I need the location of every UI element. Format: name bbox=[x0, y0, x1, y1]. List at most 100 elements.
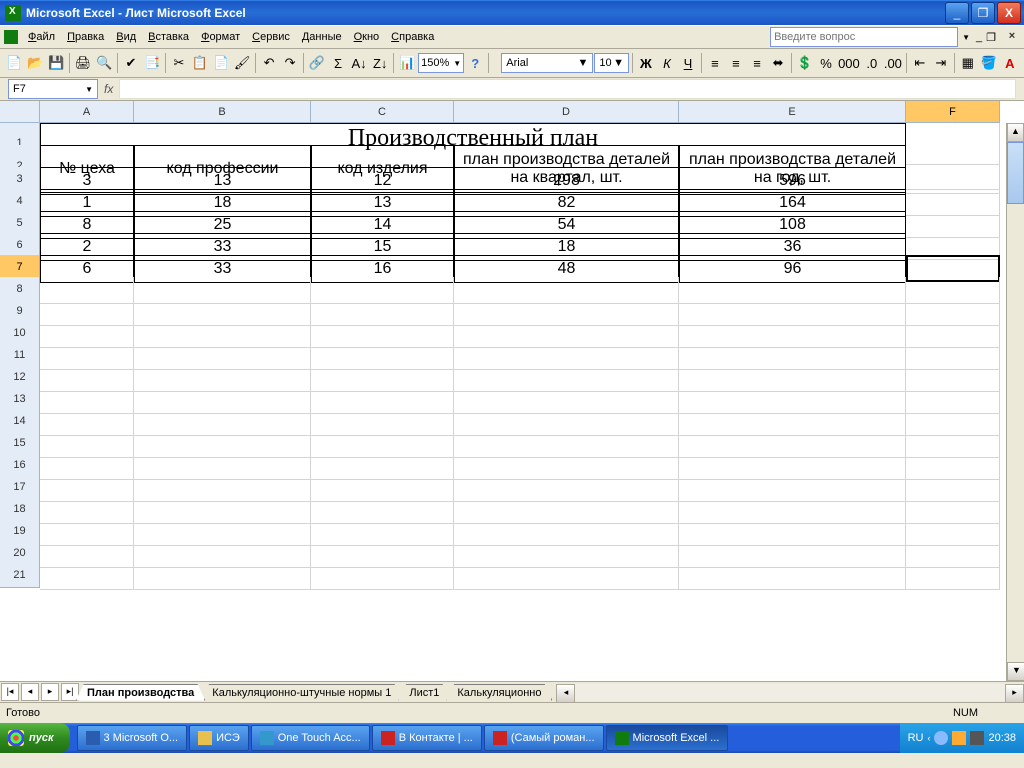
taskbar-item-active[interactable]: Microsoft Excel ... bbox=[606, 725, 729, 751]
paste-icon[interactable]: 📄 bbox=[211, 51, 231, 75]
sheet-tab[interactable]: Калькуляционно-штучные нормы 1 bbox=[201, 684, 402, 701]
doc-minimize[interactable]: _ bbox=[976, 31, 982, 43]
minimize-button[interactable]: _ bbox=[945, 2, 969, 24]
name-box[interactable]: F7▼ bbox=[8, 79, 98, 99]
italic-icon[interactable]: К bbox=[657, 51, 677, 75]
research-icon[interactable]: 📑 bbox=[142, 51, 162, 75]
cell-A21[interactable] bbox=[40, 563, 134, 590]
formula-bar[interactable] bbox=[119, 79, 1016, 99]
comma-icon[interactable]: 000 bbox=[837, 51, 861, 75]
maximize-button[interactable]: ❐ bbox=[971, 2, 995, 24]
menu-data[interactable]: Данные bbox=[296, 29, 348, 45]
horizontal-scrollbar[interactable]: ◂ ▸ bbox=[556, 684, 1024, 701]
taskbar-item[interactable]: 3 Microsoft O... bbox=[77, 725, 188, 751]
menu-insert[interactable]: Вставка bbox=[142, 29, 195, 45]
sheet-tab-active[interactable]: План производства bbox=[76, 684, 205, 701]
column-header-E[interactable]: E bbox=[679, 101, 906, 123]
menu-tools[interactable]: Сервис bbox=[246, 29, 296, 45]
scroll-up-icon[interactable]: ▲ bbox=[1007, 123, 1024, 142]
cell-B21[interactable] bbox=[134, 563, 311, 590]
scroll-right-icon[interactable]: ▸ bbox=[1005, 684, 1024, 703]
cell-D21[interactable] bbox=[454, 563, 679, 590]
menu-format[interactable]: Формат bbox=[195, 29, 246, 45]
column-header-D[interactable]: D bbox=[454, 101, 679, 123]
column-header-C[interactable]: C bbox=[311, 101, 454, 123]
font-size-select[interactable]: 10▼ bbox=[594, 53, 629, 73]
doc-restore[interactable]: ❐ bbox=[986, 31, 996, 44]
tab-nav-next-icon[interactable]: ▸ bbox=[41, 683, 59, 701]
taskbar-item[interactable]: ИСЭ bbox=[189, 725, 249, 751]
column-header-B[interactable]: B bbox=[134, 101, 311, 123]
cell-E21[interactable] bbox=[679, 563, 906, 590]
currency-icon[interactable]: 💲 bbox=[795, 51, 815, 75]
menu-file[interactable]: Файл bbox=[22, 29, 61, 45]
tab-nav-prev-icon[interactable]: ◂ bbox=[21, 683, 39, 701]
tray-expand-icon[interactable]: ‹ bbox=[927, 733, 930, 743]
cell-grid[interactable]: ABCDEF1Производственный план2№ цехакод п… bbox=[0, 101, 1024, 585]
borders-icon[interactable]: ▦ bbox=[958, 51, 978, 75]
row-header-21[interactable]: 21 bbox=[0, 563, 40, 588]
taskbar-item[interactable]: (Самый роман... bbox=[484, 725, 604, 751]
scroll-down-icon[interactable]: ▼ bbox=[1007, 662, 1024, 681]
tray-icon[interactable] bbox=[970, 731, 984, 745]
preview-icon[interactable]: 🔍 bbox=[94, 51, 114, 75]
save-icon[interactable]: 💾 bbox=[46, 51, 66, 75]
open-icon[interactable]: 📂 bbox=[25, 51, 45, 75]
language-indicator[interactable]: RU bbox=[908, 732, 924, 744]
help-icon[interactable]: ? bbox=[465, 51, 485, 75]
indent-inc-icon[interactable]: ⇥ bbox=[931, 51, 951, 75]
help-search-input[interactable] bbox=[770, 27, 958, 47]
doc-close-button[interactable]: × bbox=[1004, 30, 1020, 44]
font-color-icon[interactable]: A bbox=[1000, 51, 1020, 75]
cell-F21[interactable] bbox=[906, 563, 1000, 590]
align-left-icon[interactable]: ≡ bbox=[705, 51, 725, 75]
select-all-button[interactable] bbox=[0, 101, 40, 123]
scroll-thumb[interactable] bbox=[1007, 142, 1024, 204]
cell-C21[interactable] bbox=[311, 563, 454, 590]
menu-window[interactable]: Окно bbox=[348, 29, 386, 45]
scroll-left-icon[interactable]: ◂ bbox=[556, 684, 575, 703]
chart-icon[interactable]: 📊 bbox=[397, 51, 417, 75]
start-button[interactable]: пуск bbox=[0, 723, 70, 753]
font-name-select[interactable]: Arial▼ bbox=[501, 53, 593, 73]
percent-icon[interactable]: % bbox=[816, 51, 836, 75]
clock[interactable]: 20:38 bbox=[988, 732, 1016, 744]
hyperlink-icon[interactable]: 🔗 bbox=[307, 51, 327, 75]
indent-dec-icon[interactable]: ⇤ bbox=[910, 51, 930, 75]
merge-icon[interactable]: ⬌ bbox=[768, 51, 788, 75]
redo-icon[interactable]: ↷ bbox=[280, 51, 300, 75]
system-tray[interactable]: RU ‹ 20:38 bbox=[900, 723, 1024, 753]
format-painter-icon[interactable]: 🖌 bbox=[232, 51, 252, 75]
vertical-scrollbar[interactable]: ▲ ▼ bbox=[1006, 123, 1024, 681]
underline-icon[interactable]: Ч bbox=[678, 51, 698, 75]
tray-icon[interactable] bbox=[952, 731, 966, 745]
fill-color-icon[interactable]: 🪣 bbox=[979, 51, 999, 75]
align-right-icon[interactable]: ≡ bbox=[747, 51, 767, 75]
column-header-A[interactable]: A bbox=[40, 101, 134, 123]
menu-view[interactable]: Вид bbox=[110, 29, 142, 45]
undo-icon[interactable]: ↶ bbox=[259, 51, 279, 75]
sort-desc-icon[interactable]: Z↓ bbox=[370, 51, 390, 75]
spell-icon[interactable]: ✔ bbox=[121, 51, 141, 75]
dec-inc-icon[interactable]: .0 bbox=[862, 51, 882, 75]
tab-nav-last-icon[interactable]: ▸| bbox=[61, 683, 79, 701]
dec-dec-icon[interactable]: .00 bbox=[883, 51, 903, 75]
align-center-icon[interactable]: ≡ bbox=[726, 51, 746, 75]
sheet-tab[interactable]: Калькуляционно bbox=[446, 684, 552, 701]
sheet-tab[interactable]: Лист1 bbox=[398, 684, 450, 701]
column-header-F[interactable]: F bbox=[906, 101, 1000, 123]
autosum-icon[interactable]: Σ bbox=[328, 51, 348, 75]
copy-icon[interactable]: 📋 bbox=[190, 51, 210, 75]
menu-help[interactable]: Справка bbox=[385, 29, 440, 45]
tab-nav-first-icon[interactable]: |◂ bbox=[1, 683, 19, 701]
close-button[interactable]: X bbox=[997, 2, 1021, 24]
cut-icon[interactable]: ✂ bbox=[169, 51, 189, 75]
zoom-select[interactable]: 150%▼ bbox=[418, 53, 464, 73]
taskbar-item[interactable]: В Контакте | ... bbox=[372, 725, 482, 751]
bold-icon[interactable]: Ж bbox=[636, 51, 656, 75]
tray-icon[interactable] bbox=[934, 731, 948, 745]
new-icon[interactable]: 📄 bbox=[4, 51, 24, 75]
menu-dropdown-icon[interactable]: ▼ bbox=[962, 33, 970, 42]
taskbar-item[interactable]: One Touch Acc... bbox=[251, 725, 370, 751]
print-icon[interactable]: 🖨 bbox=[73, 51, 93, 75]
